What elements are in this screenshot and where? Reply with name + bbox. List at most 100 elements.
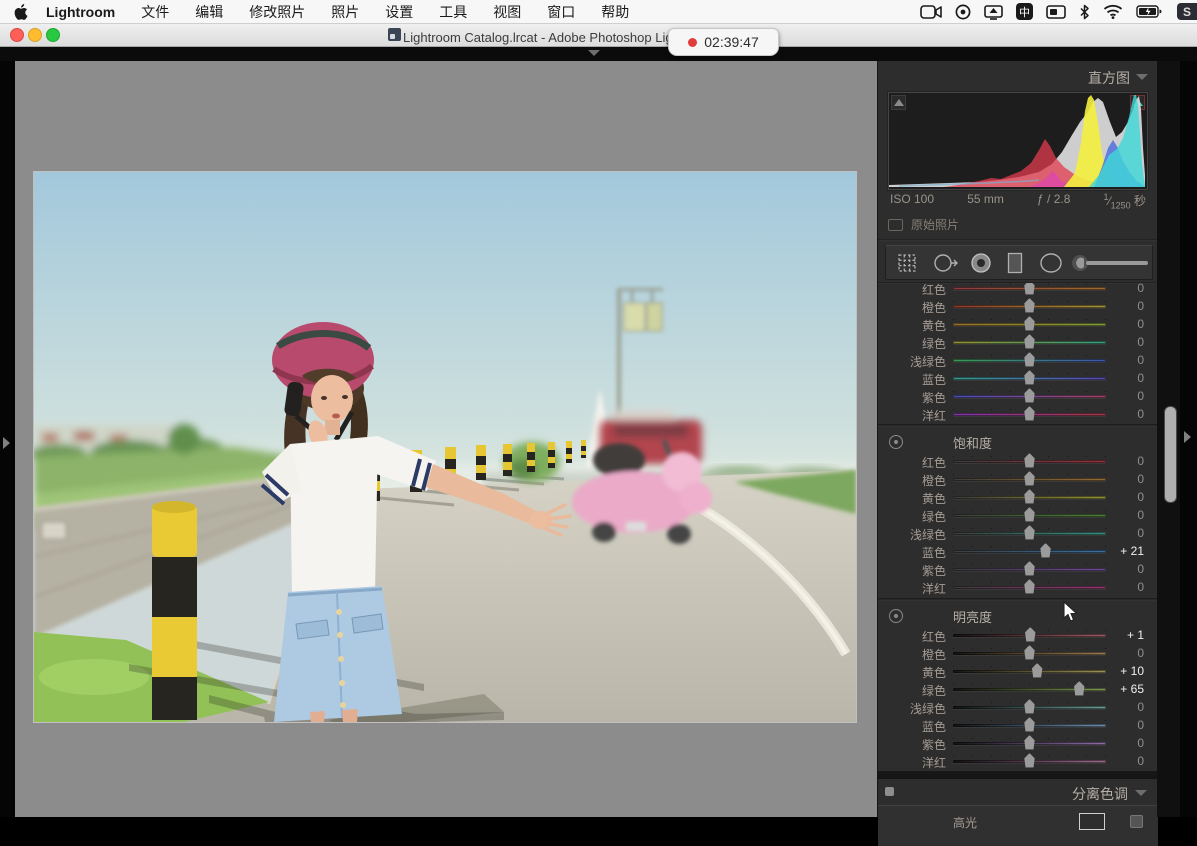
slider-value[interactable]: 0 xyxy=(1100,299,1144,313)
slider-label: 蓝色 xyxy=(878,371,946,388)
battery-charging-icon[interactable] xyxy=(1136,0,1162,23)
slider-label: 蓝色 xyxy=(878,544,946,561)
saturation-slider-group: 饱和度红色0橙色0黄色0绿色0浅绿色0蓝色+ 21紫色0洋红0 xyxy=(878,429,1158,603)
histogram-collapse-icon[interactable] xyxy=(1136,74,1148,80)
panel-scrollbar-thumb[interactable] xyxy=(1164,406,1177,503)
slider-track[interactable] xyxy=(953,670,1106,673)
slider-value[interactable]: 0 xyxy=(1100,526,1144,540)
menu-bar: Lightroom 文件 编辑 修改照片 照片 设置 工具 视图 窗口 帮助 中 xyxy=(0,0,1197,24)
hue-slider-row: 红色 0 xyxy=(878,283,1158,297)
menu-develop[interactable]: 修改照片 xyxy=(249,2,305,22)
slider-thumb[interactable] xyxy=(1023,283,1036,295)
slider-value[interactable]: 0 xyxy=(1100,646,1144,660)
menu-settings[interactable]: 设置 xyxy=(385,2,413,22)
reveal-top-panel-icon[interactable] xyxy=(588,50,600,56)
recording-timer-bubble[interactable]: 02:39:47 xyxy=(668,28,779,56)
adjustment-brush-icon[interactable] xyxy=(1070,246,1152,279)
slider-value[interactable]: 0 xyxy=(1100,700,1144,714)
exif-focal-length: 55 mm xyxy=(967,192,1004,210)
slider-value[interactable]: 0 xyxy=(1100,353,1144,367)
slider-value[interactable]: 0 xyxy=(1100,508,1144,522)
slider-value[interactable]: 0 xyxy=(1100,472,1144,486)
clipped-app-icon[interactable]: S xyxy=(1175,0,1197,23)
red-eye-icon[interactable] xyxy=(964,246,998,279)
spot-removal-icon[interactable] xyxy=(927,246,963,279)
wifi-icon[interactable] xyxy=(1103,0,1123,23)
slider-value[interactable]: 0 xyxy=(1100,389,1144,403)
original-photo-row: 原始照片 xyxy=(888,216,959,233)
hue-slider-row: 蓝色 0 xyxy=(878,369,1158,387)
slider-ticks xyxy=(953,684,1106,685)
reveal-left-panel-icon[interactable] xyxy=(3,437,10,449)
slider-value[interactable]: 0 xyxy=(1100,562,1144,576)
window-title-bar: Lightroom Catalog.lrcat - Adobe Photosho… xyxy=(0,23,1197,47)
slider-value[interactable]: 0 xyxy=(1100,490,1144,504)
slider-value[interactable]: + 1 xyxy=(1100,628,1144,642)
slider-label: 橙色 xyxy=(878,646,946,663)
menu-view[interactable]: 视图 xyxy=(493,2,521,22)
panel-switch-icon[interactable] xyxy=(885,787,894,796)
slider-label: 绿色 xyxy=(878,335,946,352)
histogram-panel-header[interactable]: 直方图 xyxy=(1088,68,1130,88)
slider-value[interactable]: 0 xyxy=(1100,407,1144,421)
slider-value[interactable]: + 10 xyxy=(1100,664,1144,678)
luminance-group-title[interactable]: 明亮度 xyxy=(953,607,992,626)
slider-value[interactable]: 0 xyxy=(1100,283,1144,295)
hue-slider-group: 红色0橙色0黄色0绿色0浅绿色0蓝色0紫色0洋红0 xyxy=(878,283,1158,423)
slider-value[interactable]: 0 xyxy=(1100,754,1144,768)
slider-label: 橙色 xyxy=(878,299,946,316)
slider-ticks xyxy=(953,666,1106,667)
slider-value[interactable]: 0 xyxy=(1100,736,1144,750)
left-panel-collapsed-strip xyxy=(0,46,15,817)
zoom-button[interactable] xyxy=(46,28,60,42)
luminance-slider-row: 浅绿色0 xyxy=(878,698,1158,716)
apple-menu-icon[interactable] xyxy=(14,4,28,20)
reveal-right-panel-icon[interactable] xyxy=(1184,431,1191,443)
split-toning-panel-header[interactable]: 分离色调 xyxy=(878,779,1158,805)
slider-label: 橙色 xyxy=(878,472,946,489)
graduated-filter-icon[interactable] xyxy=(998,246,1032,279)
menu-tools[interactable]: 工具 xyxy=(439,2,467,22)
saturation-slider-row: 浅绿色0 xyxy=(878,524,1158,542)
slider-value[interactable]: 0 xyxy=(1100,718,1144,732)
slider-value[interactable]: + 65 xyxy=(1100,682,1144,696)
record-disc-icon[interactable] xyxy=(955,0,971,23)
menu-help[interactable]: 帮助 xyxy=(601,2,629,22)
saturation-slider-row: 绿色0 xyxy=(878,506,1158,524)
histogram[interactable] xyxy=(888,92,1148,190)
menubar-app-name[interactable]: Lightroom xyxy=(46,4,115,20)
bluetooth-icon[interactable] xyxy=(1079,0,1090,23)
keyboard-icon[interactable] xyxy=(1046,0,1066,23)
slider-value[interactable]: 0 xyxy=(1100,454,1144,468)
target-adjustment-icon[interactable] xyxy=(889,435,903,449)
menu-file[interactable]: 文件 xyxy=(141,2,169,22)
luminance-slider-row: 橙色 0 xyxy=(878,644,1158,662)
slider-value[interactable]: 0 xyxy=(1100,371,1144,385)
document-proxy-icon[interactable] xyxy=(388,28,401,41)
close-button[interactable] xyxy=(10,28,24,42)
radial-filter-icon[interactable] xyxy=(1032,246,1070,279)
screen-recording-icon[interactable] xyxy=(920,0,942,23)
tool-strip xyxy=(885,245,1153,280)
crop-overlay-icon[interactable] xyxy=(886,246,927,279)
display-mirroring-icon[interactable] xyxy=(984,0,1003,23)
menu-photo[interactable]: 照片 xyxy=(331,2,359,22)
minimize-button[interactable] xyxy=(28,28,42,42)
photo-canvas[interactable] xyxy=(34,172,856,722)
slider-value[interactable]: 0 xyxy=(1100,317,1144,331)
menu-edit[interactable]: 编辑 xyxy=(195,2,223,22)
menu-window[interactable]: 窗口 xyxy=(547,2,575,22)
input-source-pinyin-icon[interactable]: 中 xyxy=(1016,0,1033,23)
luminance-slider-row: 黄色+ 10 xyxy=(878,662,1158,680)
highlights-color-swatch[interactable] xyxy=(1079,813,1105,830)
saturation-slider-row: 红色0 xyxy=(878,452,1158,470)
slider-label: 红色 xyxy=(878,283,946,298)
slider-track[interactable] xyxy=(953,550,1106,553)
target-adjustment-icon[interactable] xyxy=(889,609,903,623)
original-photo-checkbox[interactable] xyxy=(888,219,903,231)
saturation-group-title[interactable]: 饱和度 xyxy=(953,433,992,452)
slider-value[interactable]: + 21 xyxy=(1100,544,1144,558)
split-toning-collapse-icon[interactable] xyxy=(1135,790,1147,796)
slider-value[interactable]: 0 xyxy=(1100,580,1144,594)
slider-value[interactable]: 0 xyxy=(1100,335,1144,349)
